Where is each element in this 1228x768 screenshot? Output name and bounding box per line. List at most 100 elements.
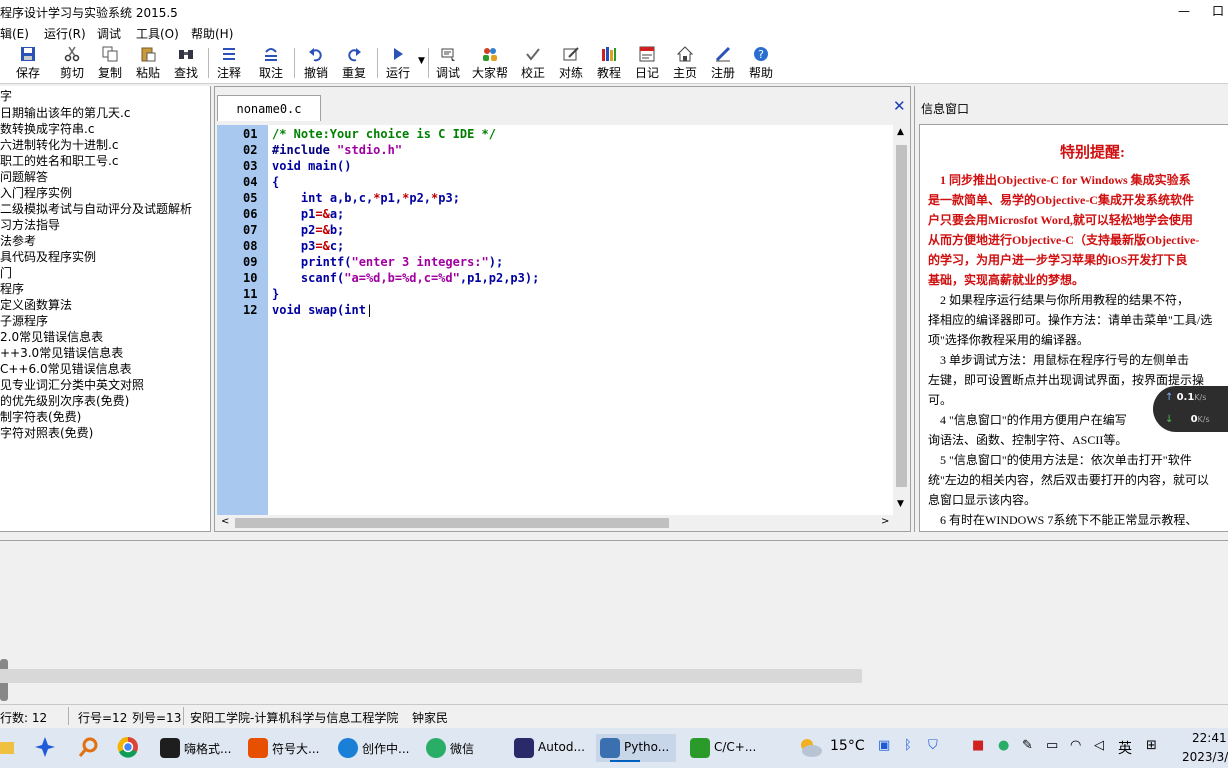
search-icon[interactable] [77, 736, 99, 758]
line-number[interactable]: 07 [243, 223, 257, 237]
debug-button[interactable]: 调试 [434, 44, 462, 82]
copy-button[interactable]: 复制 [96, 44, 124, 82]
temperature[interactable]: 15°C [830, 738, 865, 754]
line-number[interactable]: 04 [243, 175, 257, 189]
wifi-icon[interactable]: ◠ [1070, 738, 1081, 753]
wechat-tray-icon[interactable]: ● [998, 738, 1009, 753]
output-pane[interactable] [0, 540, 1228, 702]
scroll-down-icon[interactable]: ▼ [897, 499, 904, 509]
tree-item[interactable]: 习方法指导 [0, 217, 60, 233]
line-number[interactable]: 08 [243, 239, 257, 253]
practice-button[interactable]: 对练 [557, 44, 585, 82]
minimize-button[interactable]: — [1174, 2, 1194, 22]
code-line[interactable]: printf("enter 3 integers:"); [272, 255, 503, 269]
correct-button[interactable]: 校正 [519, 44, 547, 82]
code-line[interactable]: void swap(int| [272, 303, 373, 317]
battery-icon[interactable]: ▭ [1046, 738, 1058, 753]
tree-item[interactable]: ++3.0常见错误信息表 [0, 345, 123, 361]
record-icon[interactable]: ■ [972, 738, 984, 753]
tree-item[interactable]: 二级模拟考试与自动评分及试题解析 [0, 201, 192, 217]
help-button[interactable]: ? 帮助 [747, 44, 775, 82]
tree-item[interactable]: 法参考 [0, 233, 36, 249]
chrome-icon[interactable] [117, 736, 139, 758]
tree-item[interactable]: 见专业词汇分类中英文对照 [0, 377, 144, 393]
run-dropdown-icon[interactable]: ▼ [418, 56, 425, 66]
taskbar-item[interactable]: 嗨格式... [156, 734, 238, 762]
code-editor[interactable]: /* Note:Your choice is C IDE */ #include … [268, 125, 893, 515]
line-number[interactable]: 11 [243, 287, 257, 301]
tab-noname0[interactable]: noname0.c [217, 95, 321, 121]
register-button[interactable]: 注册 [709, 44, 737, 82]
shield-icon[interactable]: ⛉ [928, 738, 938, 753]
taskbar-item[interactable]: 微信 [422, 734, 482, 762]
diary-button[interactable]: 日记 [633, 44, 661, 82]
taskbar-item[interactable]: Pytho... [596, 734, 676, 762]
tree-item[interactable]: 具代码及程序实例 [0, 249, 96, 265]
tree-item[interactable]: 字符对照表(免费) [0, 425, 93, 441]
folder-icon[interactable] [0, 738, 14, 758]
assistant-icon[interactable] [34, 736, 56, 758]
vertical-scrollbar[interactable]: ▲ ▼ [893, 125, 910, 515]
ime-icon[interactable]: ⊞ [1146, 738, 1157, 753]
menu-debug[interactable]: 调试 [97, 25, 121, 42]
line-number[interactable]: 02 [243, 143, 257, 157]
paste-button[interactable]: 粘贴 [134, 44, 162, 82]
bluetooth-icon[interactable]: ᛒ [904, 738, 912, 753]
line-number[interactable]: 05 [243, 191, 257, 205]
code-line[interactable]: p1=&a; [272, 207, 344, 221]
info-content[interactable]: 特别提醒: 1 同步推出Objective-C for Windows 集成实验… [919, 124, 1228, 532]
tree-item[interactable]: 门 [0, 265, 12, 281]
taskbar-item[interactable]: C/C+... [686, 734, 766, 762]
clock-date[interactable]: 2023/3/ [1182, 750, 1228, 764]
find-button[interactable]: 查找 [172, 44, 200, 82]
code-line[interactable]: int a,b,c,*p1,*p2,*p3; [272, 191, 460, 205]
scroll-thumb[interactable] [896, 145, 907, 487]
scroll-up-icon[interactable]: ▲ [897, 127, 904, 137]
menu-tools[interactable]: 工具(O) [136, 25, 179, 42]
undo-button[interactable]: 撤销 [302, 44, 330, 82]
comment-button[interactable]: 注释 [215, 44, 243, 82]
weather-icon[interactable] [796, 736, 824, 758]
tree-item[interactable]: 职工的姓名和职工号.c [0, 153, 118, 169]
tree-item[interactable]: 入门程序实例 [0, 185, 72, 201]
code-line[interactable]: void main() [272, 159, 352, 173]
scroll-thumb[interactable] [235, 518, 669, 528]
run-button[interactable]: 运行 [384, 44, 412, 82]
tree-item[interactable]: C++6.0常见错误信息表 [0, 361, 132, 377]
code-line[interactable]: /* Note:Your choice is C IDE */ [272, 127, 496, 141]
horizontal-scrollbar[interactable]: < > [217, 515, 893, 531]
tree-item[interactable]: 字 [0, 88, 12, 104]
tree-item[interactable]: 数转换成字符串.c [0, 121, 94, 137]
pen-icon[interactable]: ✎ [1022, 738, 1033, 753]
cut-button[interactable]: 剪切 [58, 44, 86, 82]
line-number[interactable]: 03 [243, 159, 257, 173]
scroll-left-icon[interactable]: < [221, 516, 229, 527]
home-button[interactable]: 主页 [671, 44, 699, 82]
maximize-button[interactable]: 口 [1208, 2, 1228, 22]
code-line[interactable]: { [272, 175, 279, 189]
volume-icon[interactable]: ◁ [1094, 738, 1104, 753]
line-number[interactable]: 12 [243, 303, 257, 317]
line-number-gutter[interactable]: 01 02 03 04 05 06 07 08 09 10 11 12 [217, 125, 268, 515]
tree-item[interactable]: 程序 [0, 281, 24, 297]
line-number[interactable]: 01 [243, 127, 257, 141]
tutorial-button[interactable]: 教程 [595, 44, 623, 82]
tree-item[interactable]: 的优先级别次序表(免费) [0, 393, 129, 409]
code-line[interactable]: scanf("a=%d,b=%d,c=%d",p1,p2,p3); [272, 271, 539, 285]
line-number[interactable]: 06 [243, 207, 257, 221]
tray-app-icon[interactable]: ▣ [878, 738, 890, 753]
tree-item[interactable]: 六进制转化为十进制.c [0, 137, 118, 153]
tree-item[interactable]: 日期输出该年的第几天.c [0, 105, 130, 121]
line-number[interactable]: 09 [243, 255, 257, 269]
taskbar-item[interactable]: Autod... [510, 734, 590, 762]
tree-item[interactable]: 定义函数算法 [0, 297, 72, 313]
taskbar-item[interactable]: 符号大... [244, 734, 326, 762]
scroll-right-icon[interactable]: > [881, 516, 889, 527]
clock-time[interactable]: 22:41 [1192, 731, 1227, 745]
line-number[interactable]: 10 [243, 271, 257, 285]
code-line[interactable]: } [272, 287, 279, 301]
menu-help[interactable]: 帮助(H) [191, 25, 233, 42]
people-help-button[interactable]: 大家帮 [470, 44, 510, 82]
redo-button[interactable]: 重复 [340, 44, 368, 82]
code-line[interactable]: p2=&b; [272, 223, 344, 237]
